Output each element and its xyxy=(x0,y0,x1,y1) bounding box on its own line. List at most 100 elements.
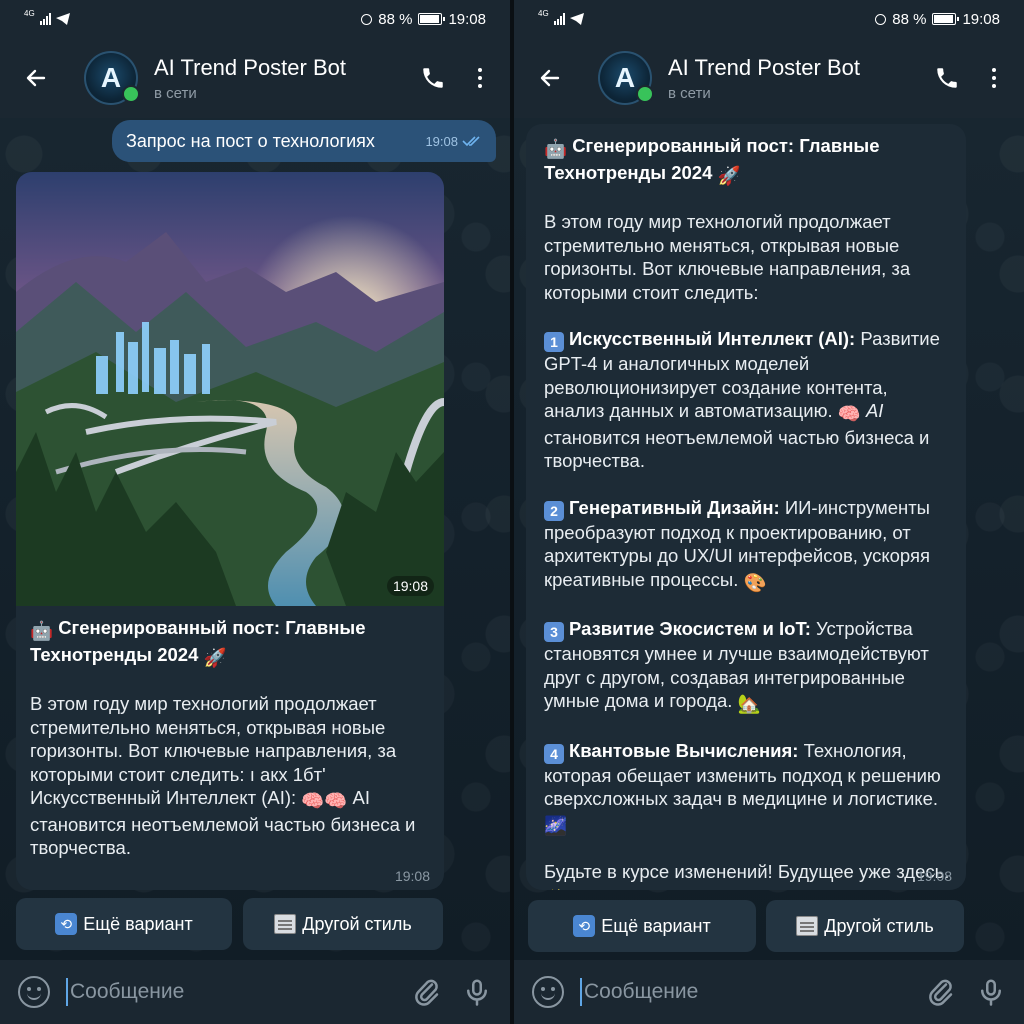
phone-icon[interactable] xyxy=(420,65,446,91)
number-one-icon: 1 xyxy=(544,332,564,352)
more-vertical-icon[interactable] xyxy=(472,64,488,92)
signal-icon xyxy=(39,13,51,25)
brain-icon: 🧠 xyxy=(837,403,861,424)
message-time: 19:08 xyxy=(916,868,952,884)
alarm-icon xyxy=(875,13,887,25)
microphone-icon[interactable] xyxy=(462,977,492,1007)
another-style-button[interactable]: Другой стиль xyxy=(243,898,443,950)
number-three-icon: 3 xyxy=(544,622,564,642)
another-style-label: Другой стиль xyxy=(302,913,412,934)
chat-status: в сети xyxy=(668,84,711,102)
newspaper-icon xyxy=(796,916,819,936)
rocket-icon: 🚀 xyxy=(203,646,227,668)
microphone-icon[interactable] xyxy=(976,977,1006,1007)
robot-icon: 🤖 xyxy=(30,620,54,641)
post-text: 🤖 Сгенерированный пост: Главные Технотре… xyxy=(16,606,444,860)
telegram-icon xyxy=(55,13,70,25)
landscape-image xyxy=(16,172,444,606)
trend-item-1-italic: AI xyxy=(865,400,884,421)
message-composer: Сообщение xyxy=(0,960,510,1024)
battery-icon xyxy=(932,13,960,25)
trend-item-2-title: Генеративный Дизайн: xyxy=(569,496,780,518)
chat-header: A AI Trend Poster Bot в сети xyxy=(0,38,510,118)
clock: 19:08 xyxy=(448,10,486,28)
smile-icon[interactable] xyxy=(18,976,50,1008)
telegram-icon xyxy=(569,13,584,25)
image-time: 19:08 xyxy=(386,576,434,596)
paperclip-icon[interactable] xyxy=(412,977,442,1007)
chat-title: AI Trend Poster Bot xyxy=(668,54,860,80)
post-title-line2: Технотренды 2024 xyxy=(544,161,713,183)
refresh-icon: ⟲ xyxy=(573,915,596,937)
refresh-icon: ⟲ xyxy=(55,913,78,935)
chat-header: A AI Trend Poster Bot в сети xyxy=(514,38,1024,118)
number-four-icon: 4 xyxy=(544,743,564,764)
another-variant-button[interactable]: ⟲ Ещё вариант xyxy=(528,900,756,952)
paperclip-icon[interactable] xyxy=(926,977,956,1007)
incoming-post-bubble[interactable]: 19:08 🤖 Сгенерированный пост: Главные Те… xyxy=(16,172,444,890)
robot-icon: 🤖 xyxy=(544,138,568,159)
avatar[interactable]: A xyxy=(84,51,140,105)
message-input[interactable]: Сообщение xyxy=(66,978,392,1006)
back-arrow-icon[interactable] xyxy=(14,56,58,100)
avatar[interactable]: A xyxy=(598,51,654,105)
signal-icon xyxy=(553,13,565,25)
phone-icon[interactable] xyxy=(934,65,960,91)
network-type: 4G xyxy=(538,8,549,18)
another-style-button[interactable]: Другой стиль xyxy=(766,900,964,952)
battery-percent: 88 % xyxy=(892,10,927,28)
palette-icon: 🎨 xyxy=(743,571,767,593)
avatar-letter: A xyxy=(614,62,636,93)
trend-item-4: 4 Квантовые Вычисления: Технология, котор… xyxy=(544,739,950,838)
newspaper-icon xyxy=(274,914,297,934)
back-arrow-icon[interactable] xyxy=(528,56,572,100)
message-composer: Сообщение xyxy=(514,960,1024,1024)
brain-icon: 🧠🧠 xyxy=(301,790,348,811)
another-variant-button[interactable]: ⟲ Ещё вариант xyxy=(16,898,232,950)
alarm-icon xyxy=(361,13,373,25)
outgoing-message-time: 19:08 xyxy=(425,133,458,149)
battery-percent: 88 % xyxy=(378,10,413,28)
trend-item-1-title: Искусственный Интеллект (AI): xyxy=(569,328,856,349)
trend-item-1-tail: становится неотъемлемой частью бизнеса и… xyxy=(544,426,930,472)
trend-item-4-title: Квантовые Вычисления: xyxy=(569,739,799,761)
chat-title-block[interactable]: AI Trend Poster Bot в сети xyxy=(154,55,346,102)
post-text: 🤖 Сгенерированный пост: Главные Технотре… xyxy=(526,124,966,890)
another-variant-label: Ещё вариант xyxy=(601,915,711,936)
status-bar: 4G 88 % 19:08 xyxy=(514,0,1024,38)
clock: 19:08 xyxy=(962,10,1000,28)
online-indicator xyxy=(122,85,140,103)
galaxy-icon: 🌌 xyxy=(544,814,568,836)
trend-item-1: 1 Искусственный Интеллект (AI): Развитие … xyxy=(544,327,950,473)
message-input[interactable]: Сообщение xyxy=(580,978,906,1006)
status-bar: 4G 88 % 19:08 xyxy=(0,0,510,38)
outgoing-message[interactable]: Запрос на пост о технологиях 19:08 xyxy=(112,120,496,162)
outgoing-message-text: Запрос на пост о технологиях xyxy=(126,130,375,151)
online-indicator xyxy=(636,85,654,103)
trend-item-3: 3 Развитие Экосистем и IoT: Устройства ст… xyxy=(544,617,950,716)
chat-title-block[interactable]: AI Trend Poster Bot в сети xyxy=(668,55,860,102)
post-title-line2: Технотренды 2024 xyxy=(30,643,199,665)
battery-icon xyxy=(418,13,446,25)
post-outro: Будьте в курсе изменений! Будущее уже зд… xyxy=(544,861,950,882)
more-vertical-icon[interactable] xyxy=(986,64,1002,92)
sparkles-icon: ✨ xyxy=(544,887,567,891)
post-intro: В этом году мир технологий продолжает ст… xyxy=(544,211,911,303)
phone-screen-right: 4G 88 % 19:08 A AI Trend Poster Bot в се… xyxy=(514,0,1024,1024)
smile-icon[interactable] xyxy=(532,976,564,1008)
post-image[interactable]: 19:08 xyxy=(16,172,444,606)
network-type: 4G xyxy=(24,8,35,18)
incoming-post-bubble[interactable]: 🤖 Сгенерированный пост: Главные Технотре… xyxy=(526,124,966,890)
phone-screen-left: 4G 88 % 19:08 A AI Trend Poster Bot в се… xyxy=(0,0,510,1024)
trend-item-2: 2 Генеративный Дизайн: ИИ-инструменты пре… xyxy=(544,496,950,595)
avatar-letter: A xyxy=(100,62,122,93)
another-style-label: Другой стиль xyxy=(824,915,934,936)
rocket-icon: 🚀 xyxy=(717,164,741,186)
double-check-icon xyxy=(462,136,480,147)
another-variant-label: Ещё вариант xyxy=(83,913,193,934)
message-time: 19:08 xyxy=(394,868,430,884)
chat-title: AI Trend Poster Bot xyxy=(154,54,346,80)
trend-item-3-title: Развитие Экосистем и IoT: xyxy=(569,618,811,639)
post-title-line1: Сгенерированный пост: Главные xyxy=(572,135,880,156)
house-icon: 🏡 xyxy=(737,693,761,714)
